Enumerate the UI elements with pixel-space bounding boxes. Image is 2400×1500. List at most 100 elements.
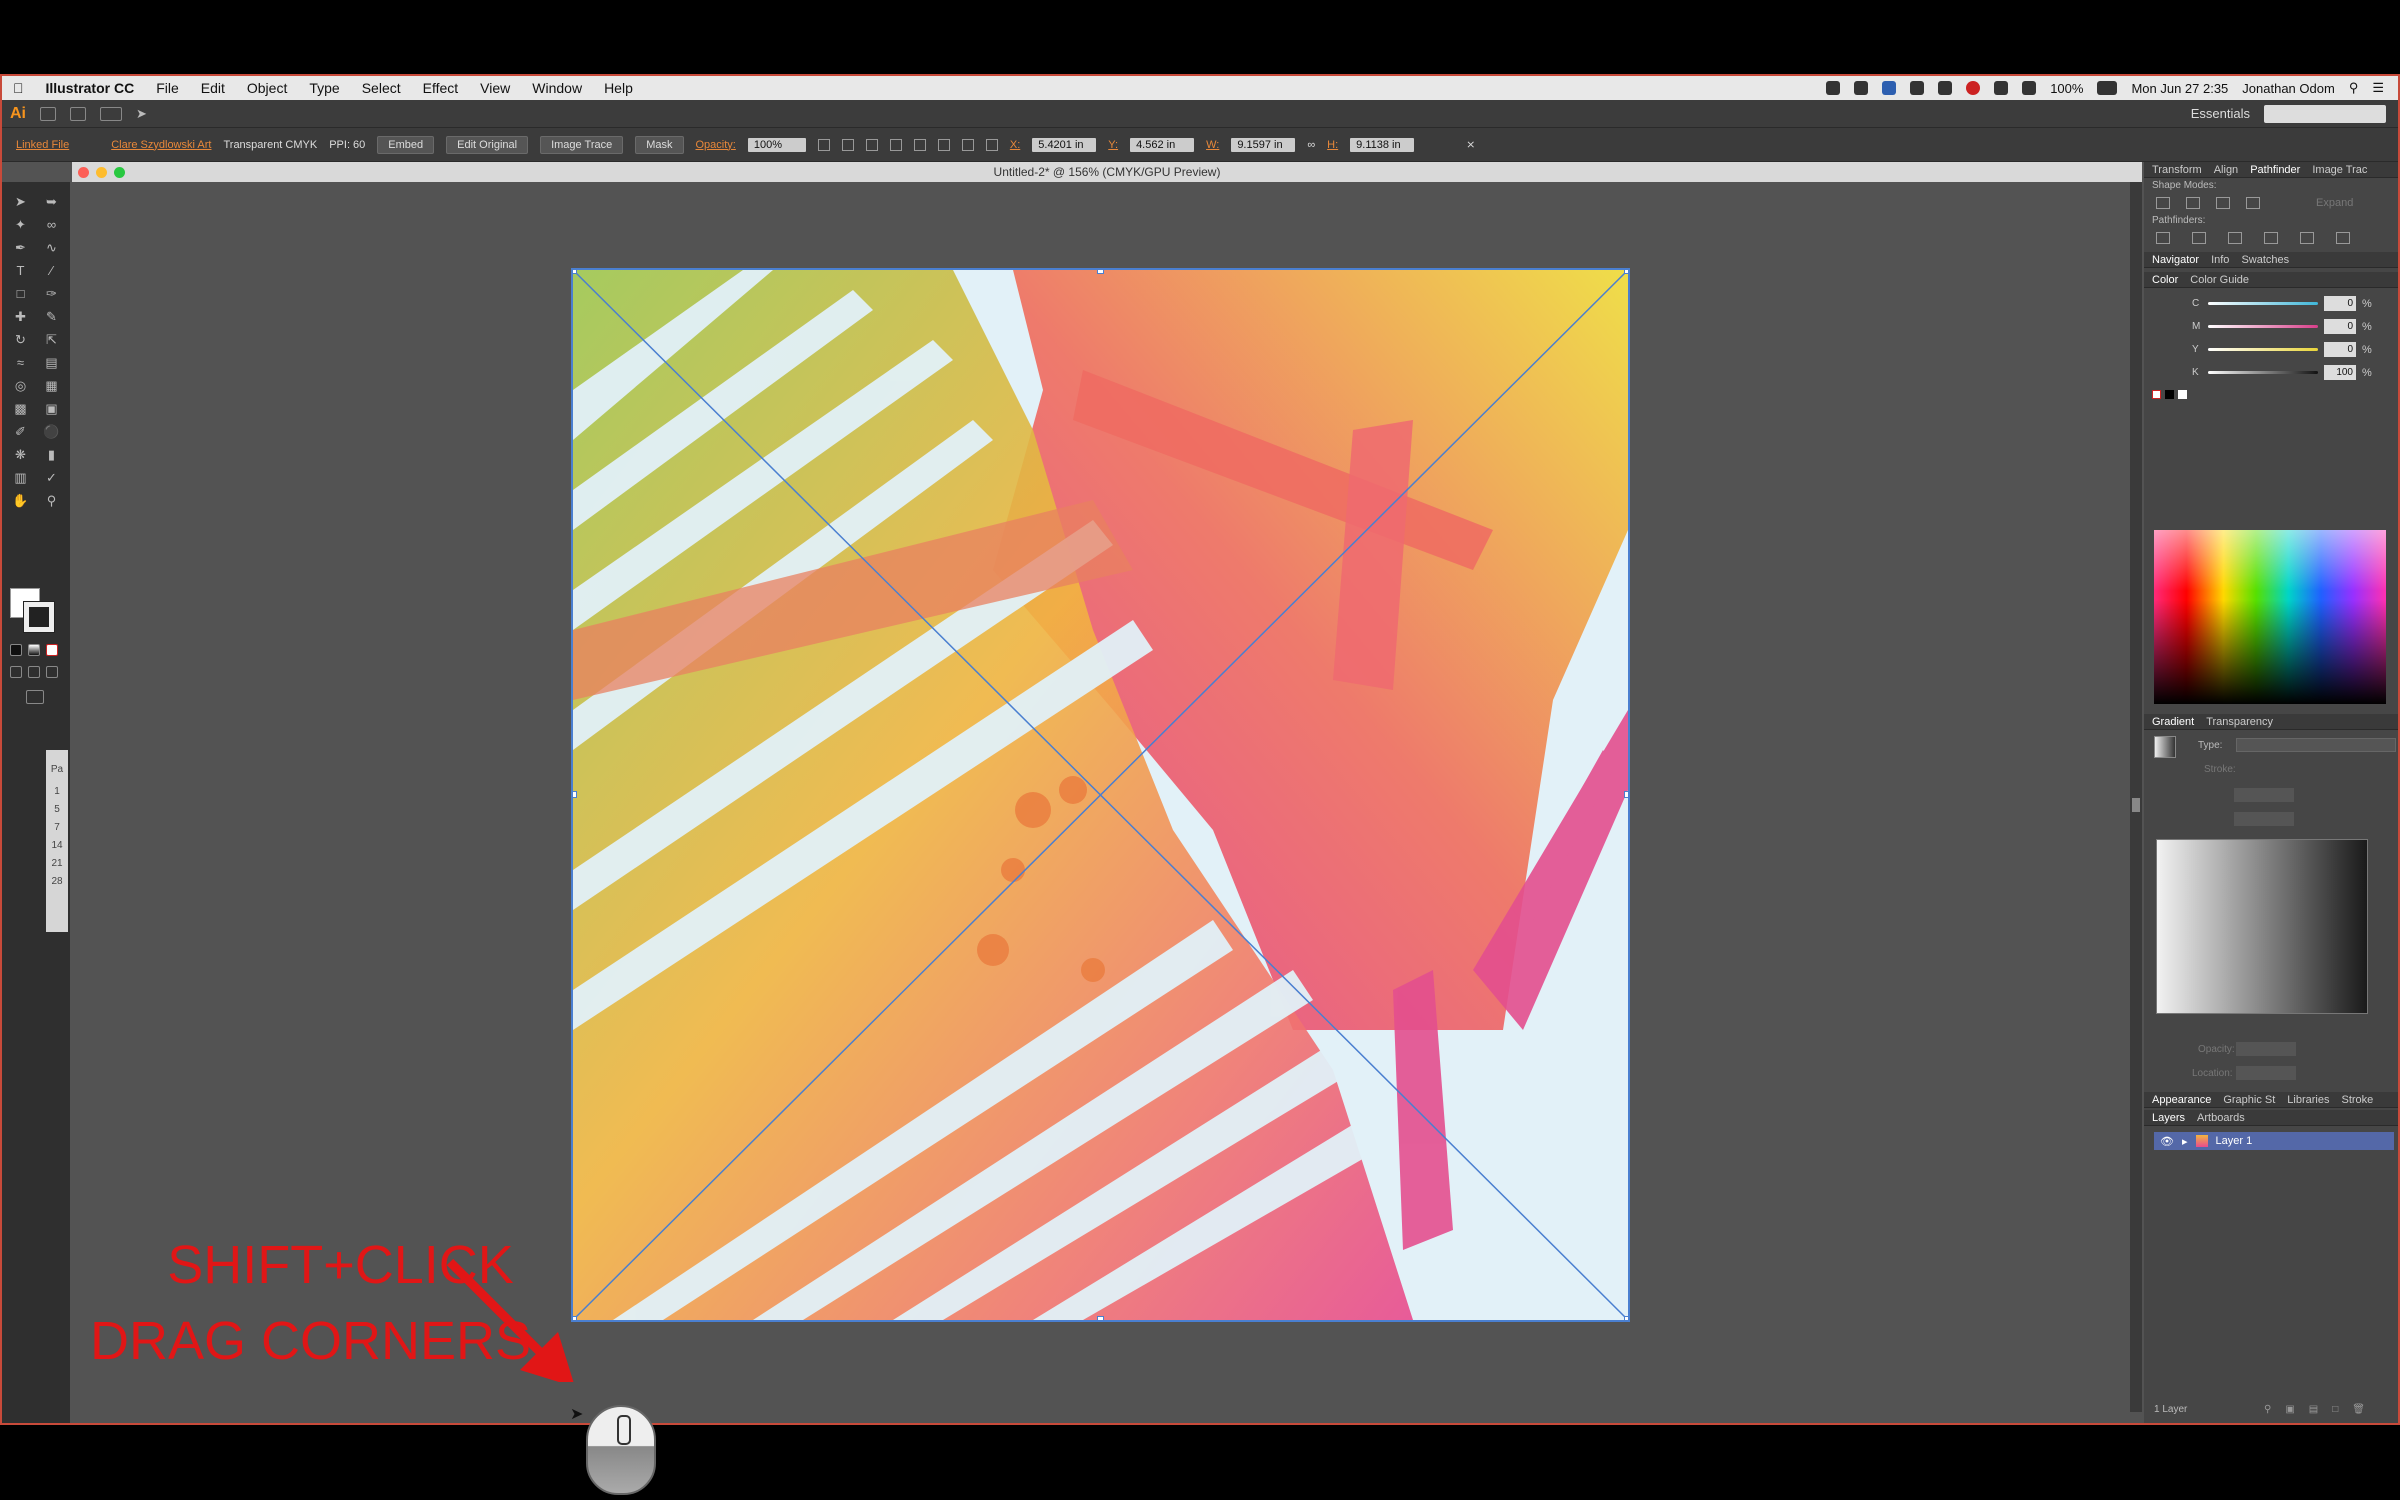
minimize-window-button[interactable] <box>96 167 107 178</box>
gpu-performance-icon[interactable]: ➤ <box>136 106 147 122</box>
mesh-tool-icon[interactable]: ▩ <box>7 399 34 418</box>
magic-wand-tool-icon[interactable]: ✦ <box>7 215 34 234</box>
tab-transform[interactable]: Transform <box>2152 164 2202 176</box>
clock[interactable]: Mon Jun 27 2:35 <box>2131 81 2228 96</box>
gradient-preview[interactable] <box>2154 736 2176 758</box>
minus-back-icon[interactable] <box>2336 232 2350 244</box>
menu-type[interactable]: Type <box>298 80 350 96</box>
vertical-scrollbar[interactable] <box>2130 182 2142 1412</box>
handle-middle-left[interactable] <box>573 791 577 798</box>
x-field[interactable]: 5.4201 in <box>1032 137 1097 152</box>
expand-button[interactable]: Expand <box>2316 197 2353 209</box>
collapsed-panel-strip[interactable]: Pa 1 5 7 14 21 28 <box>46 750 68 932</box>
draw-normal-icon[interactable] <box>10 666 22 678</box>
draw-inside-icon[interactable] <box>46 666 58 678</box>
handle-bottom-center[interactable] <box>1097 1316 1104 1320</box>
merge-icon[interactable] <box>2228 232 2242 244</box>
y-field[interactable]: 4.562 in <box>1130 137 1195 152</box>
apple-menu-icon[interactable]:  <box>2 80 35 96</box>
status-icon-1[interactable] <box>1826 81 1841 95</box>
gradient-slider[interactable] <box>2156 839 2368 1014</box>
trim-icon[interactable] <box>2192 232 2206 244</box>
slider-track[interactable] <box>2208 325 2318 328</box>
type-tool-icon[interactable]: T <box>7 261 34 280</box>
bridge-icon[interactable] <box>40 106 56 121</box>
black-swatch[interactable] <box>2165 390 2174 399</box>
rectangle-tool-icon[interactable]: □ <box>7 284 34 303</box>
tab-image-trace[interactable]: Image Trac <box>2312 164 2367 176</box>
workspace-switcher[interactable]: Essentials <box>2191 106 2250 121</box>
minus-front-icon[interactable] <box>2186 197 2200 209</box>
visibility-eye-icon[interactable]: 👁 <box>2160 1135 2174 1148</box>
slider-track[interactable] <box>2208 348 2318 351</box>
edit-original-button[interactable]: Edit Original <box>446 135 529 154</box>
status-icon-4[interactable] <box>1910 81 1925 95</box>
unite-icon[interactable] <box>2156 197 2170 209</box>
curvature-tool-icon[interactable]: ∿ <box>38 238 65 257</box>
type-dropdown[interactable] <box>2236 738 2396 752</box>
aspect-field[interactable] <box>2234 812 2294 826</box>
arrange-documents-icon[interactable] <box>100 106 122 121</box>
outline-icon[interactable] <box>2300 232 2314 244</box>
embed-button[interactable]: Embed <box>377 135 435 154</box>
tab-color[interactable]: Color <box>2152 274 2178 286</box>
bluetooth-icon[interactable] <box>1994 81 2009 95</box>
tab-gradient[interactable]: Gradient <box>2152 716 2194 728</box>
linked-file-name[interactable]: Clare Szydlowski Art <box>111 139 211 151</box>
tab-artboards[interactable]: Artboards <box>2197 1112 2245 1124</box>
new-sublayer-icon[interactable]: ▤ <box>2309 1404 2318 1415</box>
tab-libraries[interactable]: Libraries <box>2287 1094 2329 1106</box>
wifi-icon[interactable] <box>2022 81 2037 95</box>
stroke-swatch[interactable] <box>23 601 55 633</box>
status-icon-5[interactable] <box>1938 81 1953 95</box>
rotate-tool-icon[interactable]: ↻ <box>7 330 34 349</box>
intersect-icon[interactable] <box>2216 197 2230 209</box>
record-icon[interactable] <box>1966 81 1981 95</box>
status-icon-3[interactable] <box>1882 81 1897 95</box>
handle-bottom-right[interactable] <box>1624 1316 1628 1320</box>
app-name-menu[interactable]: Illustrator CC <box>35 80 146 96</box>
align-top-icon[interactable] <box>913 138 926 151</box>
draw-behind-icon[interactable] <box>28 666 40 678</box>
h-field[interactable]: 9.1138 in <box>1350 137 1415 152</box>
search-stock-input[interactable] <box>2264 104 2386 123</box>
align-right-icon[interactable] <box>889 138 902 151</box>
menu-view[interactable]: View <box>469 80 521 96</box>
none-swatch[interactable] <box>2152 390 2161 399</box>
tab-appearance[interactable]: Appearance <box>2152 1094 2211 1106</box>
slider-value-input[interactable]: 100 <box>2324 365 2356 380</box>
symbol-sprayer-tool-icon[interactable]: ❋ <box>7 445 34 464</box>
direct-selection-tool-icon[interactable]: ➥ <box>38 192 65 211</box>
align-icon[interactable] <box>817 138 830 151</box>
align-center-icon[interactable] <box>865 138 878 151</box>
placed-image[interactable] <box>571 268 1630 1322</box>
pen-tool-icon[interactable]: ✒ <box>7 238 34 257</box>
battery-icon[interactable] <box>2097 81 2118 95</box>
menu-file[interactable]: File <box>145 80 190 96</box>
slider-track[interactable] <box>2208 302 2318 305</box>
menu-effect[interactable]: Effect <box>412 80 470 96</box>
column-graph-tool-icon[interactable]: ▮ <box>38 445 65 464</box>
shape-builder-tool-icon[interactable]: ◎ <box>7 376 34 395</box>
menu-help[interactable]: Help <box>593 80 644 96</box>
slider-value-input[interactable]: 0 <box>2324 342 2356 357</box>
menu-edit[interactable]: Edit <box>190 80 236 96</box>
location-input[interactable] <box>2236 1066 2296 1080</box>
tab-info[interactable]: Info <box>2211 254 2229 266</box>
new-layer-icon[interactable]: □ <box>2332 1404 2338 1415</box>
layer-name[interactable]: Layer 1 <box>2216 1135 2253 1147</box>
screen-mode-icon[interactable] <box>26 690 44 704</box>
slider-track[interactable] <box>2208 371 2318 374</box>
canvas-area[interactable]: SHIFT+CLICK DRAG CORNERS ➤ <box>70 182 2130 1423</box>
reference-point-icon[interactable] <box>985 138 998 151</box>
scale-tool-icon[interactable]: ⇱ <box>38 330 65 349</box>
tab-swatches[interactable]: Swatches <box>2241 254 2289 266</box>
line-segment-tool-icon[interactable]: ∕ <box>38 261 65 280</box>
gradient-button[interactable] <box>28 644 40 656</box>
close-window-button[interactable] <box>78 167 89 178</box>
tab-align[interactable]: Align <box>2214 164 2238 176</box>
free-transform-tool-icon[interactable]: ▤ <box>38 353 65 372</box>
handle-middle-right[interactable] <box>1624 791 1628 798</box>
tab-stroke[interactable]: Stroke <box>2341 1094 2373 1106</box>
slice-tool-icon[interactable]: ✓ <box>38 468 65 487</box>
